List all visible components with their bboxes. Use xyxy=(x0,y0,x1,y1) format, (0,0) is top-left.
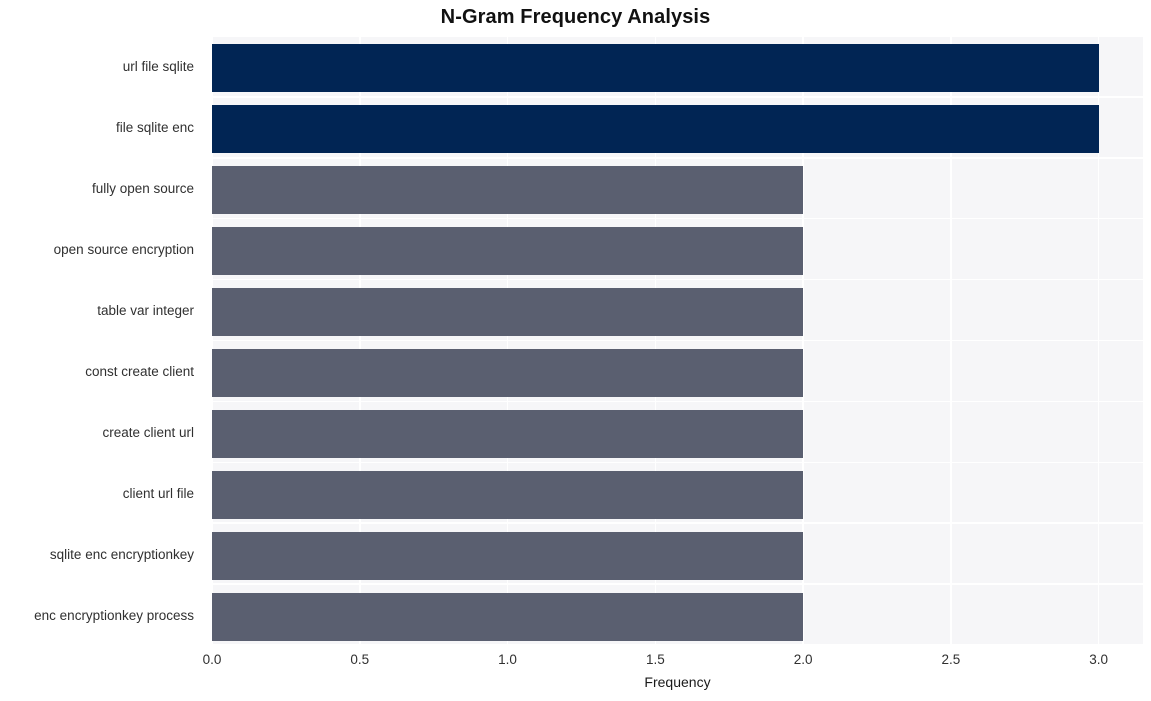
x-tick-label-1.5: 1.5 xyxy=(645,652,665,667)
x-tick-label-2.0: 2.0 xyxy=(793,652,813,667)
x-tick-label-0.0: 0.0 xyxy=(202,652,222,667)
x-tick-label-3.0: 3.0 xyxy=(1089,652,1109,667)
x-tick-label-1.0: 1.0 xyxy=(498,652,517,667)
x-tick-label-2.5: 2.5 xyxy=(941,652,961,667)
ngram-frequency-bar-chart: N-Gram Frequency Analysis url file sqlit… xyxy=(0,0,1151,701)
x-axis-label: Frequency xyxy=(644,674,711,690)
x-axis-tick-labels: 0.0 0.5 1.0 1.5 2.0 2.5 3.0 xyxy=(0,0,1151,701)
x-tick-label-0.5: 0.5 xyxy=(350,652,370,667)
